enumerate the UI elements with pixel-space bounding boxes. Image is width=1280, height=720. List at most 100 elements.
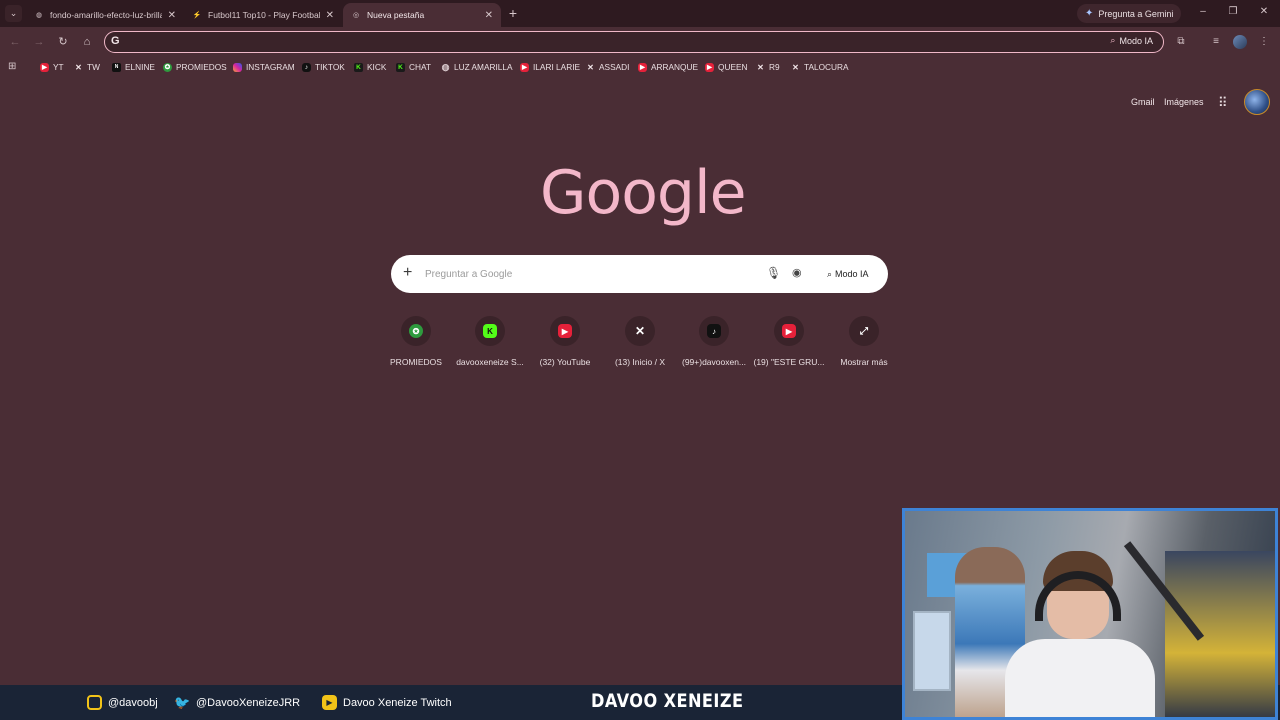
home-button[interactable]: ⌂	[79, 34, 95, 50]
search-modo-ia-button[interactable]: ⌕ Modo IA	[821, 262, 875, 286]
close-icon[interactable]: ✕	[326, 10, 334, 21]
close-icon[interactable]: ✕	[485, 10, 493, 21]
framed-jersey	[913, 611, 951, 691]
shortcut-label: (13) Inicio / X	[614, 357, 666, 367]
bookmark-instagram[interactable]: INSTAGRAM	[233, 60, 295, 74]
minimize-button[interactable]: –	[1196, 6, 1210, 17]
bookmark-label: TIKTOK	[315, 62, 345, 72]
bookmark-kick[interactable]: K KICK	[354, 60, 386, 74]
bookmark-promiedos[interactable]: ✪ PROMIEDOS	[163, 60, 227, 74]
google-g-icon: G	[111, 35, 120, 47]
gmail-link[interactable]: Gmail	[1131, 97, 1155, 107]
bookmark-label: YT	[53, 62, 64, 72]
shortcut-youtube-este-grupo[interactable]: ▶ (19) "ESTE GRU...	[752, 316, 826, 367]
twitter-bird-icon: 🐦	[174, 694, 191, 710]
elnine-icon: N	[112, 62, 121, 72]
stadium-mural	[1165, 551, 1275, 717]
bookmark-talocura[interactable]: ✕ TALOCURA	[791, 60, 848, 74]
tab-futbol11[interactable]: ⚡ Futbol11 Top10 - Play Football ✕	[184, 3, 342, 27]
bookmark-yt[interactable]: ▶ YT	[40, 60, 64, 74]
x-icon: ✕	[587, 62, 594, 72]
bookmark-label: CHAT	[409, 62, 431, 72]
bookmark-label: ARRANQUE	[651, 62, 699, 72]
overlay-instagram: @davoobj	[87, 695, 158, 710]
bookmark-label: LUZ AMARILLA	[454, 62, 513, 72]
x-icon: ✕	[792, 62, 799, 72]
bookmark-label: ELNINE	[125, 62, 155, 72]
plus-icon[interactable]: +	[403, 264, 412, 282]
bookmark-arranque[interactable]: ▶ ARRANQUE	[638, 60, 698, 74]
omnibox-modo-label: Modo IA	[1119, 35, 1153, 46]
shortcut-circle: ▶	[550, 316, 580, 346]
google-logo: Google	[540, 158, 747, 228]
images-link[interactable]: Imágenes	[1164, 97, 1204, 107]
google-apps-icon[interactable]: ⠿	[1218, 95, 1228, 111]
bookmark-tiktok[interactable]: ♪ TIKTOK	[302, 60, 345, 74]
kick-icon: K	[354, 62, 363, 72]
shortcut-label: davooxeneize S...	[456, 357, 524, 367]
chrome-icon: ◎	[352, 12, 360, 19]
shortcut-label: Mostrar más	[840, 357, 888, 367]
promiedos-icon: ✪	[409, 324, 423, 338]
search-modo-label: Modo IA	[835, 269, 869, 279]
new-tab-button[interactable]: +	[505, 5, 521, 21]
overlay-twitch: ▶ Davoo Xeneize Twitch	[322, 695, 452, 710]
close-icon[interactable]: ✕	[168, 10, 176, 21]
google-lens-icon[interactable]: ◉	[792, 266, 802, 279]
shortcut-circle: ⤢	[849, 316, 879, 346]
microphone-icon[interactable]: 🎙	[766, 266, 781, 280]
bookmark-label: PROMIEDOS	[176, 62, 227, 72]
bookmark-label: KICK	[367, 62, 387, 72]
shortcut-tiktok[interactable]: ♪ (99+)davooxen...	[677, 316, 751, 367]
shortcut-label: (32) YouTube	[539, 357, 591, 367]
shortcut-davooxeneize-kick[interactable]: K davooxeneize S...	[453, 316, 527, 367]
globe-icon: ◍	[441, 61, 450, 72]
ask-gemini-button[interactable]: ✦ Pregunta a Gemini	[1077, 4, 1182, 23]
youtube-icon: ▶	[558, 324, 572, 338]
address-bar[interactable]: G ⌕ Modo IA	[104, 31, 1164, 53]
shortcut-mostrar-mas[interactable]: ⤢ Mostrar más	[827, 316, 901, 367]
extensions-icon[interactable]: ⧉	[1174, 35, 1188, 49]
account-avatar[interactable]	[1244, 89, 1270, 115]
reading-list-icon[interactable]: ≡	[1209, 35, 1223, 49]
globe-icon: ◍	[35, 12, 43, 19]
kick-icon: K	[483, 324, 497, 338]
bookmark-r9[interactable]: ✕ R9	[756, 60, 779, 74]
tab-search-button[interactable]: ⌄	[5, 5, 22, 22]
back-button[interactable]: ←	[7, 34, 23, 50]
youtube-icon: ▶	[322, 695, 337, 710]
profile-avatar-small[interactable]	[1233, 35, 1247, 49]
close-window-button[interactable]: ✕	[1257, 6, 1271, 17]
tab-fondo-amarillo[interactable]: ◍ fondo-amarillo-efecto-luz-brillante ✕	[26, 3, 184, 27]
shortcut-promiedos[interactable]: ✪ PROMIEDOS	[379, 316, 453, 367]
menu-icon[interactable]: ⋮	[1257, 35, 1271, 49]
shortcut-label: (19) "ESTE GRU...	[753, 357, 825, 367]
omnibox-modo-ia-button[interactable]: ⌕ Modo IA	[1110, 35, 1153, 46]
bookmark-chat[interactable]: K CHAT	[396, 60, 431, 74]
shortcut-youtube[interactable]: ▶ (32) YouTube	[528, 316, 602, 367]
youtube-icon: ▶	[782, 324, 796, 338]
streamer	[1005, 551, 1155, 717]
tab-title: Nueva pestaña	[367, 10, 425, 20]
youtube-icon: ▶	[638, 62, 647, 72]
overlay-twitter: 🐦 @DavooXeneizeJRR	[174, 694, 300, 710]
bookmark-assadi[interactable]: ✕ ASSADI	[586, 60, 629, 74]
reload-button[interactable]: ↻	[55, 34, 71, 50]
streamer-shirt	[1005, 639, 1155, 717]
tab-nueva-pestana[interactable]: ◎ Nueva pestaña ✕	[343, 3, 501, 27]
ai-search-icon: ⌕	[1110, 35, 1116, 45]
bookmark-luz-amarilla[interactable]: ◍ LUZ AMARILLA	[441, 60, 513, 74]
forward-button[interactable]: →	[31, 34, 47, 50]
bookmark-ilari-larie[interactable]: ▶ ILARI LARIE	[520, 60, 580, 74]
bookmark-elnine[interactable]: N ELNINE	[112, 60, 155, 74]
tiktok-icon: ♪	[707, 324, 721, 338]
bookmark-label: ASSADI	[599, 62, 630, 72]
search-input[interactable]	[425, 265, 745, 283]
bookmark-queen[interactable]: ▶ QUEEN	[705, 60, 748, 74]
gemini-sparkle-icon: ✦	[1085, 8, 1094, 19]
apps-grid-icon[interactable]: ⊞	[8, 61, 16, 72]
bookmark-tw[interactable]: ✕ TW	[74, 60, 100, 74]
chevron-down-icon: ⌄	[9, 8, 18, 18]
restore-button[interactable]: ❐	[1226, 6, 1240, 17]
shortcut-x-inicio[interactable]: ✕ (13) Inicio / X	[603, 316, 677, 367]
